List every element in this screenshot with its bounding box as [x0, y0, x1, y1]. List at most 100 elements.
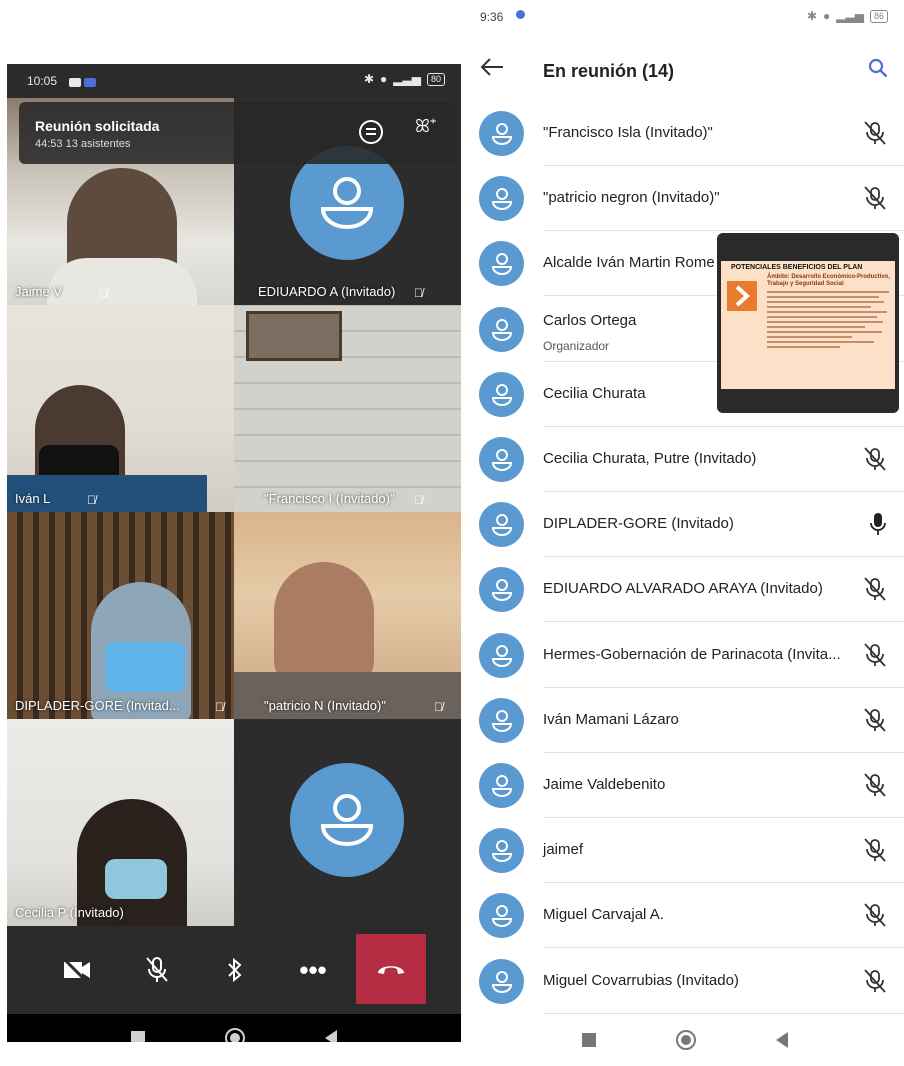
participant-name: DIPLADER-GORE (Invitad... — [15, 698, 180, 713]
participant-row[interactable]: "Francisco Isla (Invitado)" — [466, 101, 904, 166]
more-icon[interactable]: ••• — [291, 948, 335, 992]
video-tile-ivan[interactable]: Iván L 🎙̸ — [7, 305, 234, 512]
participant-row[interactable]: Cecilia Churata, Putre (Invitado) — [466, 427, 904, 492]
video-tile-francisco[interactable]: "Francisco I (Invitado)" 🎙̸ — [234, 305, 461, 512]
participant-name: Iván Mamani Lázaro — [543, 710, 679, 728]
video-tile-diplader[interactable]: DIPLADER-GORE (Invitad... 🎙̸ — [7, 512, 234, 719]
video-tile-avatar[interactable] — [234, 719, 461, 926]
slide-content: POTENCIALES BENEFICIOS DEL PLAN Ámbito: … — [721, 261, 895, 389]
participant-row[interactable]: EDIUARDO ALVARADO ARAYA (Invitado) — [466, 557, 904, 623]
participant-name: Cecilia Churata — [543, 384, 646, 402]
participant-row[interactable]: Miguel Covarrubias (Invitado) — [466, 949, 904, 1014]
mic-off-icon — [864, 577, 886, 606]
participant-name: "patricio negron (Invitado)" — [543, 189, 720, 207]
mic-off-icon — [864, 903, 886, 932]
participant-name: Hermes-Gobernación de Parinacota (Invita… — [543, 645, 841, 663]
mic-off-icon — [864, 708, 886, 737]
status-time: 9:36 — [480, 10, 504, 24]
slide-title: POTENCIALES BENEFICIOS DEL PLAN — [731, 264, 863, 271]
chevron-right-icon — [727, 281, 757, 311]
participant-row[interactable]: Iván Mamani Lázaro — [466, 688, 904, 753]
battery-icon: 80 — [426, 72, 445, 86]
back-nav-icon[interactable] — [776, 1032, 788, 1048]
participant-name: Carlos Ortega — [543, 311, 637, 329]
recents-icon[interactable] — [131, 1031, 145, 1042]
slide-bullets — [767, 291, 889, 351]
avatar — [479, 632, 524, 678]
call-controls: ••• — [7, 926, 461, 1014]
participant-row[interactable]: "patricio negron (Invitado)" — [466, 166, 904, 232]
mic-off-icon — [864, 773, 886, 802]
battery-icon: 86 — [869, 9, 888, 23]
avatar — [479, 176, 524, 222]
mic-off-icon: 🎙̸ — [87, 493, 96, 507]
mic-off-icon[interactable] — [135, 948, 179, 992]
mic-off-icon — [864, 642, 886, 672]
participant-name: Cecilia Churata, Putre (Invitado) — [543, 450, 757, 467]
mic-off-icon: 🎙̸ — [434, 700, 443, 714]
add-participant-icon[interactable]: ꕤ⁺ — [415, 116, 436, 137]
participant-name: Miguel Carvajal A. — [543, 906, 664, 924]
headset-icon: ● — [380, 72, 388, 86]
meeting-header: Reunión solicitada 44:53 13 asistentes ꕤ… — [19, 102, 455, 164]
participant-name: "Francisco I (Invitado)" — [264, 491, 395, 506]
participant-name: EDIUARDO ALVARADO ARAYA (Invitado) — [543, 580, 823, 598]
meeting-title: Reunión solicitada — [35, 118, 160, 134]
participant-row[interactable]: Miguel Carvajal A. — [466, 883, 904, 949]
avatar — [479, 371, 524, 417]
recents-icon[interactable] — [582, 1033, 596, 1047]
participant-row[interactable]: Jaime Valdebenito — [466, 753, 904, 818]
mic-off-icon — [864, 968, 886, 998]
mic-off-icon: 🎙̸ — [215, 700, 224, 714]
video-tile-patricio[interactable]: "patricio N (Invitado)" 🎙̸ — [234, 512, 461, 719]
divider — [543, 1012, 904, 1014]
participant-name: Cecilia P (Invitado) — [15, 905, 124, 920]
participant-name: Iván L — [15, 491, 51, 506]
android-nav-bar — [7, 1014, 461, 1042]
mic-off-icon — [864, 186, 886, 215]
avatar — [290, 763, 404, 877]
avatar — [479, 893, 524, 939]
back-arrow-icon[interactable] — [480, 56, 504, 84]
bluetooth-status-icon: ✱ — [806, 9, 818, 23]
participant-name: Alcalde Iván Martin Rome — [543, 254, 715, 272]
participant-name: "patricio N (Invitado)" — [264, 698, 386, 713]
bluetooth-status-icon: ✱ — [363, 72, 375, 86]
headset-icon: ● — [823, 9, 831, 23]
avatar — [479, 567, 524, 613]
camera-off-icon[interactable] — [55, 948, 99, 992]
signal-icon: ▂▃▅ — [393, 72, 421, 86]
avatar — [479, 958, 524, 1004]
participant-name: Miguel Covarrubias (Invitado) — [543, 971, 739, 989]
participant-row[interactable]: jaimef — [466, 818, 904, 884]
mic-off-icon — [864, 838, 886, 867]
home-icon[interactable] — [676, 1030, 696, 1050]
right-phone-screen: 9:36 ✱ ● ▂▃▅ 86 En reunión (14) "Francis… — [466, 0, 904, 1066]
chat-icon[interactable] — [359, 120, 383, 144]
status-time: 10:05 — [27, 74, 58, 88]
app-bar: En reunión (14) — [466, 40, 904, 100]
avatar — [479, 306, 524, 352]
avatar — [479, 241, 524, 287]
home-icon[interactable] — [225, 1028, 245, 1042]
hang-up-icon[interactable] — [356, 934, 426, 1004]
avatar — [479, 697, 524, 743]
participant-name: "Francisco Isla (Invitado)" — [543, 124, 713, 141]
signal-icon: ▂▃▅ — [836, 9, 864, 23]
status-icons: ✱ ● ▂▃▅ 80 — [364, 72, 445, 86]
avatar — [479, 502, 524, 548]
mic-off-icon: 🎙̸ — [414, 286, 423, 300]
status-bar: 9:36 ✱ ● ▂▃▅ 86 — [466, 0, 904, 36]
status-bar: 10:05 ✱ ● ▂▃▅ 80 — [7, 64, 461, 98]
mic-off-icon — [864, 447, 886, 476]
participant-row[interactable]: DIPLADER-GORE (Invitado) — [466, 492, 904, 558]
mic-off-icon — [864, 121, 886, 150]
back-nav-icon[interactable] — [325, 1030, 337, 1042]
video-tile-cecilia[interactable]: Cecilia P (Invitado) — [7, 719, 234, 926]
slide-subtitle: Ámbito: Desarrollo Económico-Productivo,… — [767, 274, 891, 287]
shared-slide-preview[interactable]: POTENCIALES BENEFICIOS DEL PLAN Ámbito: … — [717, 233, 899, 413]
participant-row[interactable]: Hermes-Gobernación de Parinacota (Invita… — [466, 623, 904, 688]
mic-on-icon — [870, 512, 886, 541]
search-icon[interactable] — [868, 58, 888, 83]
bluetooth-icon[interactable] — [213, 948, 257, 992]
